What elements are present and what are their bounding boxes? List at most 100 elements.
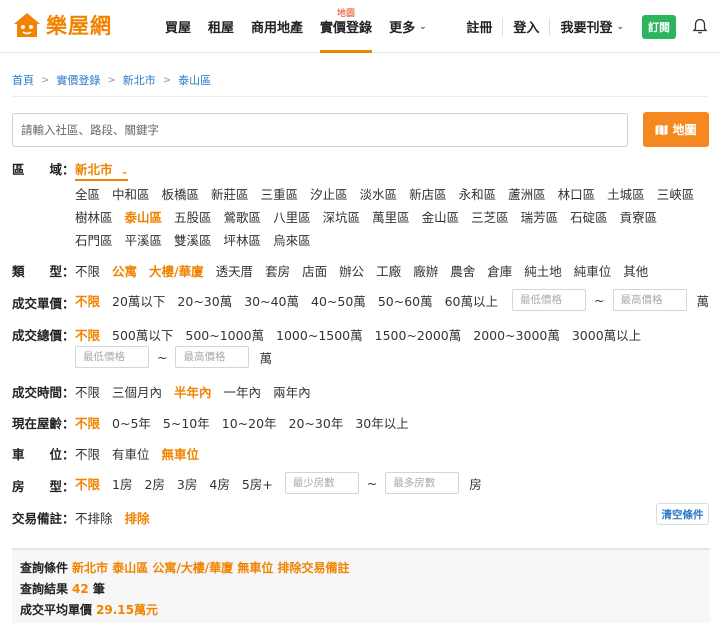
type-option[interactable]: 工廠 xyxy=(376,261,401,280)
age-option[interactable]: 30年以上 xyxy=(355,413,408,432)
room-type-option[interactable]: 2房 xyxy=(144,474,164,493)
nav-item[interactable]: 更多 ⌄ xyxy=(389,0,427,53)
district-option[interactable]: 坪林區 xyxy=(224,230,262,249)
city-selector[interactable]: 新北市 ⌄ xyxy=(75,159,129,181)
clear-filters-button[interactable]: 清空條件 xyxy=(656,503,709,525)
district-option[interactable]: 瑞芳區 xyxy=(521,207,559,226)
district-option[interactable]: 三芝區 xyxy=(471,207,509,226)
site-logo[interactable]: 樂屋網 xyxy=(12,10,112,40)
total-price-option[interactable]: 2000~3000萬 xyxy=(473,325,560,344)
deal-time-option[interactable]: 一年內 xyxy=(224,382,262,401)
district-option[interactable]: 林口區 xyxy=(558,184,596,203)
district-option[interactable]: 中和區 xyxy=(112,184,150,203)
post-listing-menu[interactable]: 我要刊登 ⌄ xyxy=(550,18,634,36)
unit-price-max-input[interactable] xyxy=(612,289,687,311)
type-option[interactable]: 公寓 xyxy=(112,261,137,280)
room-count-min-input[interactable] xyxy=(284,472,359,494)
district-option[interactable]: 三重區 xyxy=(261,184,299,203)
district-option[interactable]: 泰山區 xyxy=(125,207,163,226)
district-option[interactable]: 鶯歌區 xyxy=(224,207,262,226)
total-price-max-input[interactable] xyxy=(175,346,250,368)
total-price-option[interactable]: 500萬以下 xyxy=(112,325,173,344)
district-option[interactable]: 烏來區 xyxy=(273,230,311,249)
unit-price-option[interactable]: 20萬以下 xyxy=(112,291,165,310)
room-type-option[interactable]: 1房 xyxy=(112,474,132,493)
type-option[interactable]: 倉庫 xyxy=(487,261,512,280)
type-option[interactable]: 廠辦 xyxy=(413,261,438,280)
age-option[interactable]: 0~5年 xyxy=(112,413,151,432)
room-count-max-input[interactable] xyxy=(385,472,460,494)
parking-option[interactable]: 無車位 xyxy=(162,444,200,463)
type-option[interactable]: 透天厝 xyxy=(216,261,254,280)
nav-item[interactable]: 實價登錄 地圖 xyxy=(320,0,373,53)
district-option[interactable]: 汐止區 xyxy=(310,184,348,203)
deal-time-option[interactable]: 不限 xyxy=(75,382,100,401)
district-option[interactable]: 深坑區 xyxy=(323,207,361,226)
district-option[interactable]: 貢寮區 xyxy=(620,207,658,226)
room-type-option[interactable]: 4房 xyxy=(209,474,229,493)
remark-option[interactable]: 不排除 xyxy=(75,508,113,527)
room-type-option[interactable]: 5房+ xyxy=(242,474,273,493)
type-option[interactable]: 大樓/華廈 xyxy=(149,261,204,280)
map-button[interactable]: 地圖 xyxy=(643,112,709,147)
type-option[interactable]: 其他 xyxy=(623,261,648,280)
district-option[interactable]: 三峽區 xyxy=(657,184,695,203)
unit-price-option[interactable]: 40~50萬 xyxy=(311,291,366,310)
breadcrumb-item[interactable]: 泰山區 xyxy=(178,72,211,88)
district-option[interactable]: 淡水區 xyxy=(360,184,398,203)
breadcrumb-item[interactable]: 實價登錄 xyxy=(56,72,100,88)
district-option[interactable]: 平溪區 xyxy=(125,230,163,249)
total-price-option[interactable]: 500~1000萬 xyxy=(185,325,264,344)
parking-option[interactable]: 不限 xyxy=(75,444,100,463)
type-option[interactable]: 店面 xyxy=(302,261,327,280)
deal-time-option[interactable]: 三個月內 xyxy=(112,382,162,401)
type-option[interactable]: 純土地 xyxy=(524,261,562,280)
room-type-option[interactable]: 3房 xyxy=(177,474,197,493)
total-price-min-input[interactable] xyxy=(75,346,149,368)
district-option[interactable]: 金山區 xyxy=(422,207,460,226)
total-price-option[interactable]: 不限 xyxy=(75,325,100,344)
bell-icon[interactable] xyxy=(692,18,708,35)
district-option[interactable]: 板橋區 xyxy=(162,184,200,203)
district-option[interactable]: 八里區 xyxy=(273,207,311,226)
total-price-option[interactable]: 1000~1500萬 xyxy=(276,325,363,344)
age-option[interactable]: 5~10年 xyxy=(163,413,210,432)
district-option[interactable]: 石碇區 xyxy=(570,207,608,226)
nav-item[interactable]: 租屋 xyxy=(208,0,234,53)
district-option[interactable]: 新店區 xyxy=(409,184,447,203)
city-select[interactable]: 新北市 ⌄ xyxy=(75,159,129,181)
breadcrumb-item[interactable]: 新北市 xyxy=(123,72,156,88)
age-option[interactable]: 不限 xyxy=(75,413,100,432)
deal-time-option[interactable]: 兩年內 xyxy=(273,382,311,401)
search-input[interactable] xyxy=(12,113,628,147)
district-option[interactable]: 萬里區 xyxy=(372,207,410,226)
unit-price-option[interactable]: 不限 xyxy=(75,291,100,310)
type-option[interactable]: 套房 xyxy=(265,261,290,280)
unit-price-min-input[interactable] xyxy=(512,289,587,311)
district-option[interactable]: 土城區 xyxy=(607,184,645,203)
unit-price-option[interactable]: 20~30萬 xyxy=(177,291,232,310)
deal-time-option[interactable]: 半年內 xyxy=(174,382,212,401)
nav-item[interactable]: 商用地產 xyxy=(251,0,303,53)
type-option[interactable]: 純車位 xyxy=(574,261,612,280)
type-option[interactable]: 農舍 xyxy=(450,261,475,280)
parking-option[interactable]: 有車位 xyxy=(112,444,150,463)
type-option[interactable]: 不限 xyxy=(75,261,100,280)
unit-price-option[interactable]: 30~40萬 xyxy=(244,291,299,310)
district-option[interactable]: 石門區 xyxy=(75,230,113,249)
register-link[interactable]: 註冊 xyxy=(456,17,504,36)
district-option[interactable]: 新莊區 xyxy=(211,184,249,203)
age-option[interactable]: 20~30年 xyxy=(289,413,344,432)
total-price-option[interactable]: 3000萬以上 xyxy=(572,325,641,344)
district-option[interactable]: 樹林區 xyxy=(75,207,113,226)
room-type-option[interactable]: 不限 xyxy=(75,474,100,493)
unit-price-option[interactable]: 50~60萬 xyxy=(378,291,433,310)
breadcrumb-item[interactable]: 首頁 xyxy=(12,72,34,88)
age-option[interactable]: 10~20年 xyxy=(222,413,277,432)
district-option[interactable]: 永和區 xyxy=(459,184,497,203)
district-option[interactable]: 全區 xyxy=(75,184,100,203)
remark-option[interactable]: 排除 xyxy=(125,508,150,527)
district-option[interactable]: 雙溪區 xyxy=(174,230,212,249)
type-option[interactable]: 辦公 xyxy=(339,261,364,280)
total-price-option[interactable]: 1500~2000萬 xyxy=(375,325,462,344)
